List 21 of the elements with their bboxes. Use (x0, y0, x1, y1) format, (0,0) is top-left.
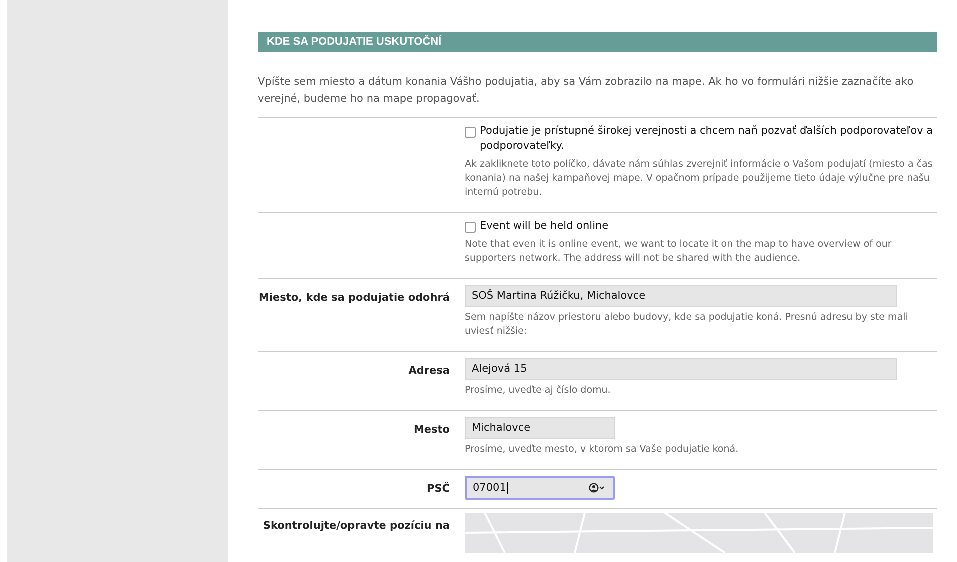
checkbox-label: Event will be held online (480, 219, 609, 234)
field-label: Skontrolujte/opravte pozíciu na (263, 520, 450, 532)
input-field[interactable]: SOŠ Martina Rúžičku, Michalovce (465, 285, 897, 307)
field-label: PSČ (427, 483, 450, 495)
help-text: Note that even it is online event, we want to locate it on the map to have overview of our supporters network. The address will not be shared with the audience. (465, 238, 893, 266)
autofill-icon[interactable] (589, 483, 607, 493)
help-text: Sem napíšte názov priestoru alebo budovy, kde sa podujatie koná. Presnú adresu by ste mali uviesť nižšie: (465, 311, 910, 339)
intro-text: Vpíšte sem miesto a dátum konania Vášho podujatia, aby sa Vám zobrazilo na mape. Ak ho vo formulári nižšie zaznačíte ako verejné, budeme ho na mape propagovať. (258, 75, 915, 107)
field-label: Mesto (414, 424, 450, 436)
section-header: KDE SA PODUJATIE USKUTOČNÍ (258, 32, 937, 52)
help-text: Ak zakliknete toto políčko, dávate nám súhlas zverejniť informácie o Vašom podujatí (miesto a čas konania) na našej kampaňovej mape. V opačnom prípade použijeme tieto údaje výlučne pre našu internú potrebu. (465, 158, 934, 200)
field-label: Adresa (408, 365, 450, 377)
input-field[interactable]: Michalovce (465, 417, 615, 439)
help-text: Prosíme, uveďte aj číslo domu. (465, 384, 612, 398)
input-field[interactable]: Alejová 15 (465, 358, 897, 380)
checkbox[interactable] (465, 127, 476, 138)
help-text: Prosíme, uveďte mesto, v ktorom sa Vaše podujatie koná. (465, 443, 740, 457)
input-field[interactable]: 07001 (465, 476, 615, 500)
checkbox-label: Podujatie je prístupné širokej verejnosti a chcem naň pozvať ďalších podporovateľov a podporovateľky. (480, 124, 934, 154)
checkbox[interactable] (465, 222, 476, 233)
field-label: Miesto, kde sa podujatie odohrá (258, 292, 450, 304)
